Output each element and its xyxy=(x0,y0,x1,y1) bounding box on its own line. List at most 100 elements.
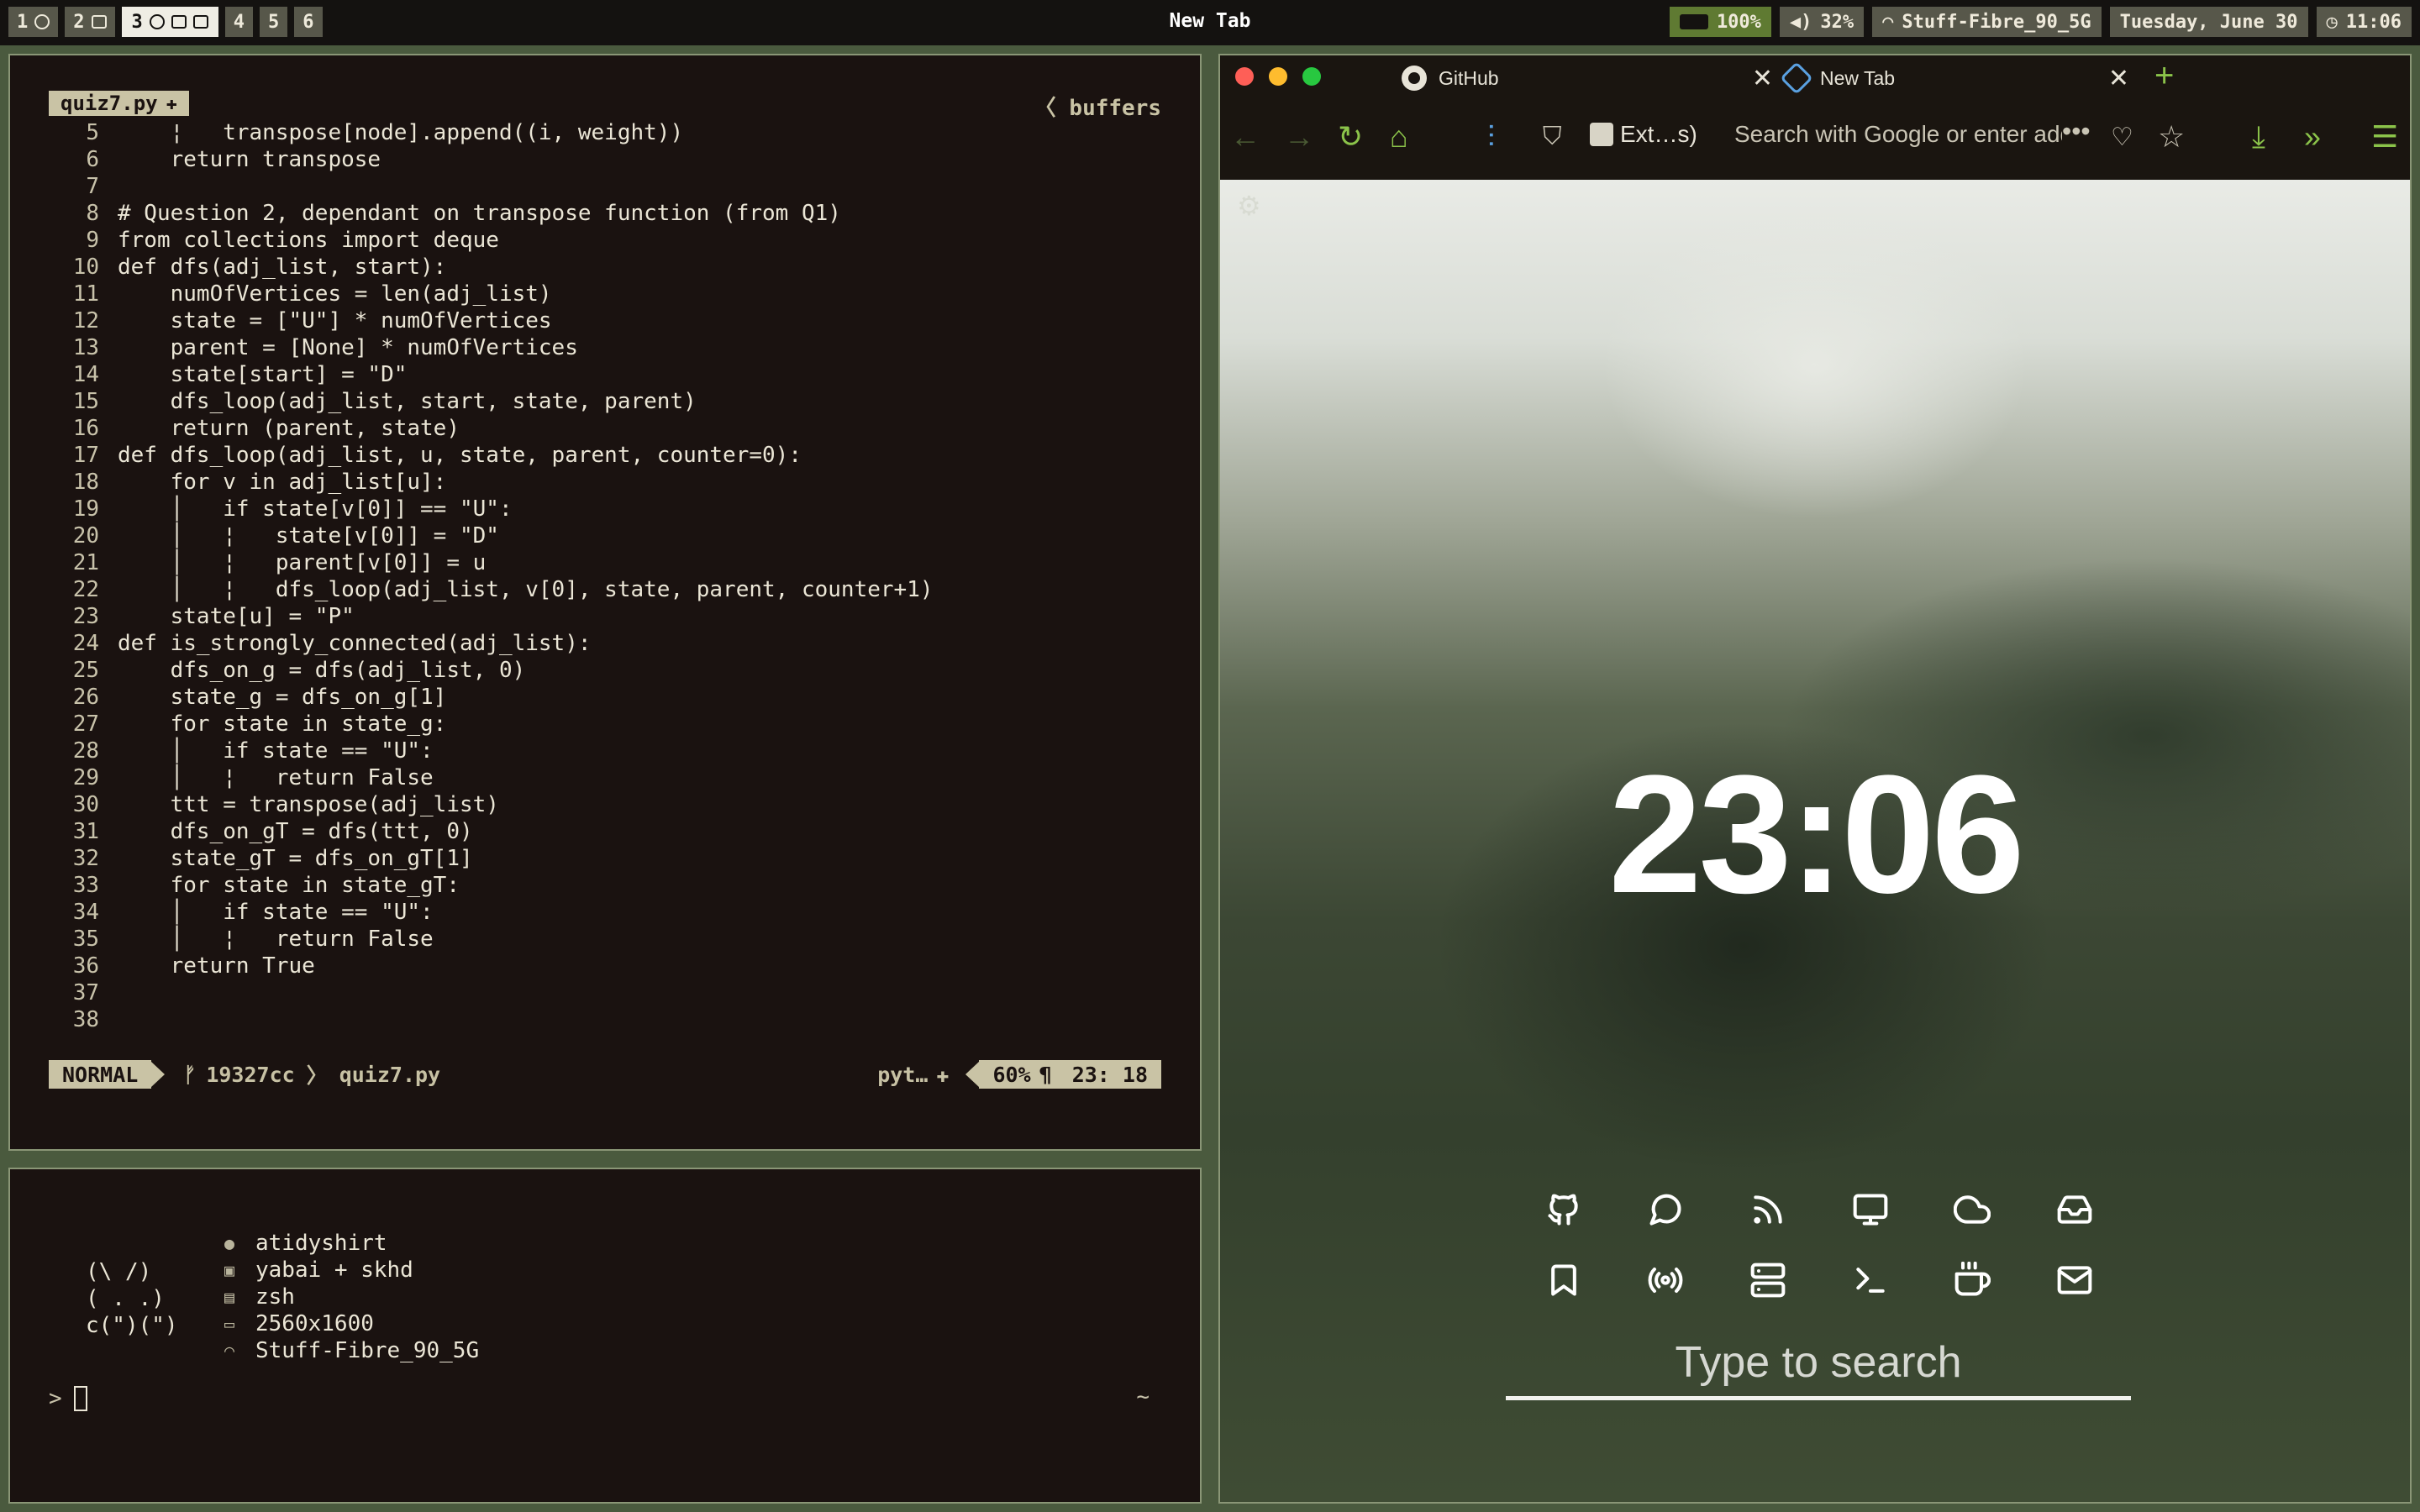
code-line[interactable]: 13 parent = [None] * numOfVertices xyxy=(49,334,1175,361)
info-row: ● atidyshirt xyxy=(220,1230,479,1257)
workspace-3[interactable]: 3 xyxy=(121,7,218,37)
line-text: │ ¦ dfs_loop(adj_list, v[0], state, pare… xyxy=(118,577,934,602)
focused-window-title: New Tab xyxy=(1169,10,1251,32)
buffer-tab-label: quiz7.py xyxy=(60,92,158,115)
code-line[interactable]: 19 │ if state[v[0]] == "U": xyxy=(49,496,1175,522)
workspace-number: 6 xyxy=(302,11,314,33)
workspace-1[interactable]: 1 xyxy=(8,7,59,37)
code-line[interactable]: 6 return transpose xyxy=(49,146,1175,173)
time-widget[interactable]: ◷ 11:06 xyxy=(2316,7,2412,37)
inbox-icon[interactable] xyxy=(2023,1191,2126,1228)
home-icon[interactable]: ⌂ xyxy=(1390,119,1408,155)
code-line[interactable]: 17 def dfs_loop(adj_list, u, state, paren… xyxy=(49,442,1175,469)
code-line[interactable]: 26 state_g = dfs_on_g[1] xyxy=(49,684,1175,711)
page-actions-icon[interactable]: ••• xyxy=(2062,116,2091,147)
statusline: NORMAL ᚠ 19327cc 〉 quiz7.py pyt… ✚ 60% ¶… xyxy=(49,1060,1161,1089)
code-line[interactable]: 28 │ if state == "U": xyxy=(49,738,1175,764)
date-widget[interactable]: Tuesday, June 30 xyxy=(2109,7,2308,37)
minimize-window-button[interactable] xyxy=(1269,67,1287,86)
code-line[interactable]: 22 │ ¦ dfs_loop(adj_list, v[0], state, p… xyxy=(49,576,1175,603)
menu-icon[interactable]: ☰ xyxy=(2371,119,2398,155)
code-line[interactable]: 35 │ ¦ return False xyxy=(49,926,1175,953)
code-line[interactable]: 30 ttt = transpose(adj_list) xyxy=(49,791,1175,818)
code-line[interactable]: 33 for state in state_gT: xyxy=(49,872,1175,899)
code-line[interactable]: 10 def dfs(adj_list, start): xyxy=(49,254,1175,281)
pocket-icon[interactable]: ♡ xyxy=(2111,123,2133,152)
app-icon xyxy=(34,14,50,29)
code-line[interactable]: 23 state[u] = "P" xyxy=(49,603,1175,630)
extensions-button[interactable]: Ext…s) xyxy=(1590,121,1697,148)
reload-icon[interactable]: ↻ xyxy=(1338,119,1363,155)
line-number: 20 xyxy=(72,523,99,549)
shield-icon[interactable]: ⛉ xyxy=(1543,123,1562,151)
gear-icon[interactable]: ⚙ xyxy=(1237,190,1261,222)
code-line[interactable]: 16 return (parent, state) xyxy=(49,415,1175,442)
line-number: 19 xyxy=(72,496,99,522)
code-line[interactable]: 8 # Question 2, dependant on transpose fu… xyxy=(49,200,1175,227)
volume-widget[interactable]: ◀) 32% xyxy=(1779,7,1865,37)
code-line[interactable]: 36 return True xyxy=(49,953,1175,979)
code-line[interactable]: 9 from collections import deque xyxy=(49,227,1175,254)
code-line[interactable]: 20 │ ¦ state[v[0]] = "D" xyxy=(49,522,1175,549)
monitor-icon[interactable] xyxy=(1819,1191,1922,1228)
zoom-window-button[interactable] xyxy=(1302,67,1321,86)
search-input[interactable] xyxy=(1506,1332,2131,1400)
close-tab-icon[interactable]: ✕ xyxy=(1752,64,1773,93)
search-box xyxy=(1506,1332,2131,1400)
code-line[interactable]: 12 state = ["U"] * numOfVertices xyxy=(49,307,1175,334)
code-line[interactable]: 14 state[start] = "D" xyxy=(49,361,1175,388)
workspace-5[interactable]: 5 xyxy=(260,7,288,37)
code-line[interactable]: 11 numOfVertices = len(adj_list) xyxy=(49,281,1175,307)
server-icon[interactable] xyxy=(1717,1262,1819,1299)
code-line[interactable]: 31 dfs_on_gT = dfs(ttt, 0) xyxy=(49,818,1175,845)
code-line[interactable]: 25 dfs_on_g = dfs(adj_list, 0) xyxy=(49,657,1175,684)
close-window-button[interactable] xyxy=(1235,67,1254,86)
forward-arrow-icon[interactable]: → xyxy=(1284,119,1314,155)
mail-icon[interactable] xyxy=(2023,1262,2126,1299)
code-line[interactable]: 21 │ ¦ parent[v[0]] = u xyxy=(49,549,1175,576)
filetype-text: pyt… xyxy=(877,1062,929,1087)
code-area[interactable]: 5 ¦ transpose[node].append((i, weight)) 6… xyxy=(49,119,1175,1033)
code-line[interactable]: 27 for state in state_g: xyxy=(49,711,1175,738)
editor-pane[interactable]: quiz7.py ✚ 〈 buffers 5 ¦ transpose[node]… xyxy=(8,54,1202,1151)
close-tab-icon[interactable]: ✕ xyxy=(2108,64,2129,93)
bookmark-icon[interactable] xyxy=(1512,1262,1615,1299)
code-line[interactable]: 29 │ ¦ return False xyxy=(49,764,1175,791)
code-line[interactable]: 5 ¦ transpose[node].append((i, weight)) xyxy=(49,119,1175,146)
code-line[interactable]: 34 │ if state == "U": xyxy=(49,899,1175,926)
code-line[interactable]: 15 dfs_loop(adj_list, start, state, pare… xyxy=(49,388,1175,415)
cloud-icon[interactable] xyxy=(1922,1191,2024,1228)
terminal-pane[interactable]: (\ /) ( . .) c(")(") ● atidyshirt ▣ yabai … xyxy=(8,1168,1202,1504)
star-icon[interactable]: ☆ xyxy=(2158,119,2185,155)
code-line[interactable]: 37 xyxy=(49,979,1175,1006)
line-number: 5 xyxy=(86,120,99,145)
shell-prompt[interactable]: > xyxy=(49,1386,87,1411)
terminal-icon[interactable] xyxy=(1819,1262,1922,1299)
battery-widget[interactable]: 100% xyxy=(1669,7,1771,37)
broadcast-icon[interactable] xyxy=(1615,1262,1718,1299)
github-icon[interactable] xyxy=(1512,1191,1615,1228)
terminal-icon xyxy=(192,15,208,29)
add-tab-button[interactable]: + xyxy=(2154,57,2174,95)
workspace-6[interactable]: 6 xyxy=(294,7,323,37)
code-line[interactable]: 32 state_gT = dfs_on_gT[1] xyxy=(49,845,1175,872)
download-icon[interactable]: ⤓ xyxy=(2252,119,2265,155)
coffee-icon[interactable] xyxy=(1922,1262,2024,1299)
workspace-4[interactable]: 4 xyxy=(224,7,253,37)
code-line[interactable]: 38 xyxy=(49,1006,1175,1033)
code-line[interactable]: 7 xyxy=(49,173,1175,200)
rss-icon[interactable] xyxy=(1717,1191,1819,1228)
chat-icon[interactable] xyxy=(1615,1191,1718,1228)
code-line[interactable]: 18 for v in adj_list[u]: xyxy=(49,469,1175,496)
tab-new-tab[interactable]: New Tab ✕ xyxy=(1780,59,2129,97)
overflow-chevron-icon[interactable]: » xyxy=(2304,119,2321,155)
sidebar-extension-icon[interactable]: ⫶ xyxy=(1487,119,1495,155)
tab-github[interactable]: GitHub ✕ xyxy=(1402,59,1773,97)
browser-window[interactable]: GitHub ✕ New Tab ✕ + ← → ↻ ⌂ ⫶ ⛉ Ext…s) … xyxy=(1218,54,2412,1504)
code-line[interactable]: 24 def is_strongly_connected(adj_list): xyxy=(49,630,1175,657)
workspace-2[interactable]: 2 xyxy=(65,7,115,37)
buffer-tab[interactable]: quiz7.py ✚ xyxy=(49,91,189,116)
back-arrow-icon[interactable]: ← xyxy=(1230,119,1260,155)
wifi-widget[interactable]: ◠ Stuff-Fibre_90_5G xyxy=(1872,7,2102,37)
url-bar[interactable]: Search with Google or enter address xyxy=(1734,121,2062,155)
